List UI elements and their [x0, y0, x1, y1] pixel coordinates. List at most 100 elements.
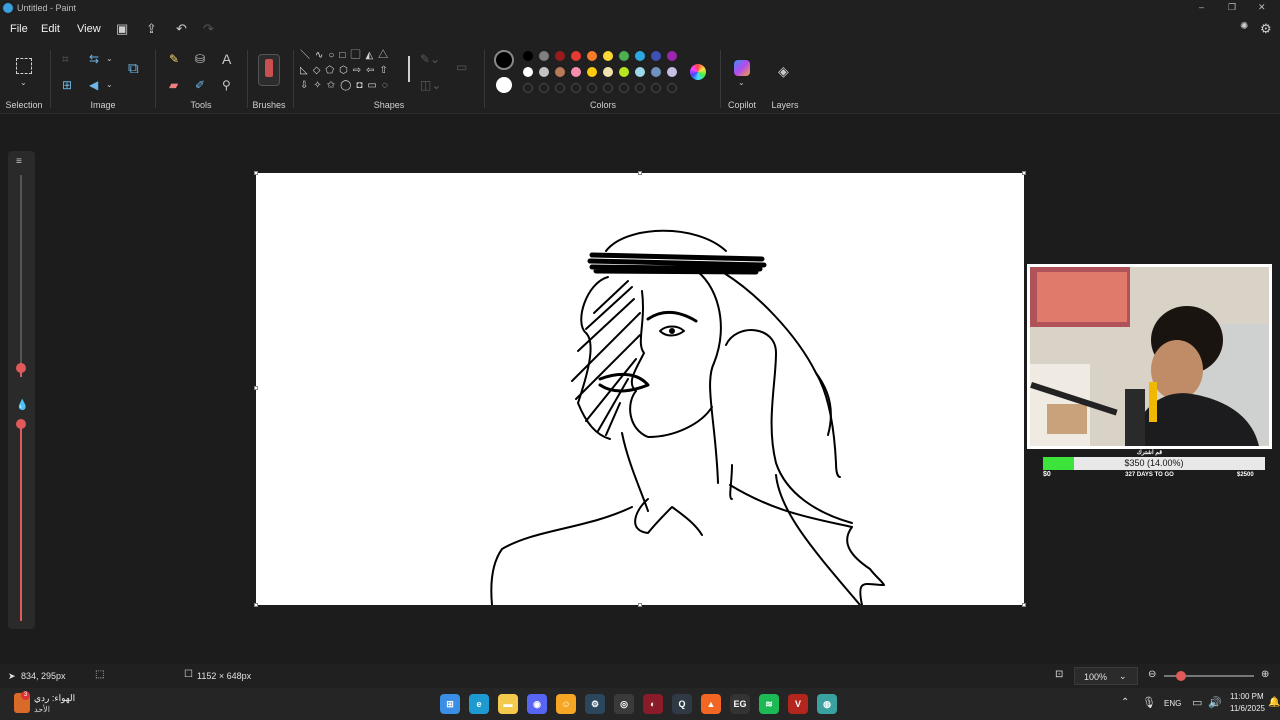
close-button[interactable]: ✕	[1258, 2, 1266, 13]
resize-handle[interactable]	[254, 171, 258, 175]
text-tool-icon[interactable]: A	[222, 52, 231, 66]
microphone-icon[interactable]: 🎙	[1142, 696, 1156, 709]
drawing-canvas[interactable]	[256, 173, 1024, 606]
pencil-icon[interactable]: ✎	[169, 52, 179, 66]
color-swatch[interactable]	[555, 51, 565, 61]
minimize-button[interactable]: –	[1199, 2, 1204, 12]
taskbar-spotify-icon[interactable]: ≋	[759, 694, 779, 714]
fit-to-window-icon[interactable]: ⊡	[1055, 669, 1063, 680]
chevron-down-icon[interactable]: ⌄	[106, 78, 113, 92]
copilot-icon[interactable]	[734, 60, 750, 76]
color-swatch[interactable]	[651, 51, 661, 61]
zoom-in-icon[interactable]: ⊕	[1261, 669, 1269, 680]
brush-button[interactable]	[258, 54, 280, 86]
custom-color-slot[interactable]	[523, 83, 533, 93]
custom-color-slot[interactable]	[667, 83, 677, 93]
zoom-out-icon[interactable]: ⊖	[1148, 669, 1156, 680]
save-icon[interactable]: ▣	[116, 21, 128, 37]
color-swatch[interactable]	[619, 67, 629, 77]
rotate-icon[interactable]: ◀	[89, 78, 98, 92]
color-swatch[interactable]	[667, 67, 677, 77]
resize-handle[interactable]	[254, 386, 258, 390]
color-swatch[interactable]	[635, 67, 645, 77]
chevron-down-icon[interactable]: ⌄	[738, 76, 745, 90]
size-slider-track[interactable]	[20, 175, 22, 375]
color-swatch[interactable]	[603, 67, 613, 77]
resize-handle[interactable]	[1022, 171, 1026, 175]
color-swatch[interactable]	[539, 51, 549, 61]
opacity-slider-thumb[interactable]	[16, 419, 26, 429]
taskbar-paint-icon[interactable]: ◐	[643, 694, 663, 714]
fill-bucket-icon[interactable]: ⛁	[195, 52, 205, 66]
magnifier-icon[interactable]: ⚲	[222, 78, 231, 92]
eraser-icon[interactable]: ▰	[169, 78, 178, 92]
taskbar-camera-icon[interactable]: Q	[672, 694, 692, 714]
custom-color-slot[interactable]	[571, 83, 581, 93]
selection-rectangle-icon[interactable]	[16, 58, 32, 74]
color-swatch[interactable]	[603, 51, 613, 61]
notification-bell-icon[interactable]: 🔔	[1268, 697, 1280, 708]
custom-color-slot[interactable]	[619, 83, 629, 93]
resize-handle[interactable]	[638, 171, 642, 175]
color-swatch[interactable]	[523, 67, 533, 77]
color-swatch[interactable]	[587, 51, 597, 61]
primary-color-swatch[interactable]	[494, 50, 514, 70]
clock-date[interactable]: 11/6/2025	[1230, 704, 1265, 713]
zoom-dropdown[interactable]: 100% ⌄	[1074, 667, 1138, 685]
custom-color-slot[interactable]	[555, 83, 565, 93]
taskbar-globe-app-icon[interactable]: ◍	[817, 694, 837, 714]
resize-handle[interactable]	[1022, 603, 1026, 607]
redo-icon[interactable]: ↷	[203, 21, 214, 37]
clock-time[interactable]: 11:00 PM	[1230, 692, 1264, 701]
taskbar-edge-icon[interactable]: e	[469, 694, 489, 714]
color-swatch[interactable]	[619, 51, 629, 61]
taskbar-obs-icon[interactable]: ◎	[614, 694, 634, 714]
custom-color-slot[interactable]	[539, 83, 549, 93]
size-slider-thumb[interactable]	[16, 363, 26, 373]
crop-icon[interactable]: ⌗	[62, 52, 69, 66]
undo-icon[interactable]: ↶	[176, 21, 187, 37]
settings-gear-icon[interactable]: ⚙	[1260, 21, 1272, 37]
maximize-button[interactable]: ❐	[1228, 2, 1236, 13]
shapes-gallery[interactable]: ＼∿○□▢◭△ ◺◇⬠⬡⇨⇦⇧ ⇩✧✩◯◘▭◌	[300, 48, 408, 98]
taskbar-discord-icon[interactable]: ◉	[527, 694, 547, 714]
color-picker-icon[interactable]: ✐	[195, 78, 205, 92]
layers-icon[interactable]: ◈	[778, 64, 789, 78]
color-swatch[interactable]	[539, 67, 549, 77]
language-indicator[interactable]: ENG	[1164, 699, 1181, 708]
custom-color-slot[interactable]	[587, 83, 597, 93]
resize-icon[interactable]: ⇆	[89, 52, 99, 66]
taskbar-steam-icon[interactable]: ⚙	[585, 694, 605, 714]
color-swatch[interactable]	[651, 67, 661, 77]
taskbar-epic-games-icon[interactable]: EG	[730, 694, 750, 714]
menu-file[interactable]: File	[10, 23, 28, 35]
resize-handle[interactable]	[638, 603, 642, 607]
remove-background-icon[interactable]: ⊞	[62, 78, 72, 92]
opacity-slider-track[interactable]	[20, 421, 22, 621]
custom-color-slot[interactable]	[635, 83, 645, 93]
network-icon[interactable]: ▭	[1192, 696, 1202, 709]
taskbar-windows-start-icon[interactable]: ⊞	[440, 694, 460, 714]
volume-icon[interactable]: 🔊	[1208, 696, 1222, 709]
resize-handle[interactable]	[254, 603, 258, 607]
chevron-down-icon[interactable]: ⌄	[106, 52, 113, 66]
menu-edit[interactable]: Edit	[41, 23, 60, 35]
shapes-scroll-handle[interactable]	[408, 56, 410, 82]
chevron-down-icon[interactable]: ⌄	[20, 76, 27, 90]
zoom-slider-thumb[interactable]	[1176, 671, 1186, 681]
custom-color-slot[interactable]	[651, 83, 661, 93]
taskbar-voice-app-icon[interactable]: V	[788, 694, 808, 714]
weather-title[interactable]: الهواء: ردي	[34, 693, 75, 704]
outline-icon[interactable]: ✎⌄	[420, 52, 440, 66]
taskbar-badge-app-icon[interactable]: ☺	[556, 694, 576, 714]
chevron-up-icon[interactable]: ⌃	[1121, 697, 1129, 708]
color-swatch[interactable]	[555, 67, 565, 77]
share-icon[interactable]: ⇪	[146, 21, 157, 37]
color-swatch[interactable]	[587, 67, 597, 77]
custom-color-slot[interactable]	[603, 83, 613, 93]
image-select-icon[interactable]: ⧉	[128, 61, 139, 76]
taskbar-brave-icon[interactable]: ▲	[701, 694, 721, 714]
account-icon[interactable]: ✺	[1240, 21, 1248, 32]
color-swatch[interactable]	[635, 51, 645, 61]
shape-settings-icon[interactable]: ▭	[456, 60, 467, 74]
